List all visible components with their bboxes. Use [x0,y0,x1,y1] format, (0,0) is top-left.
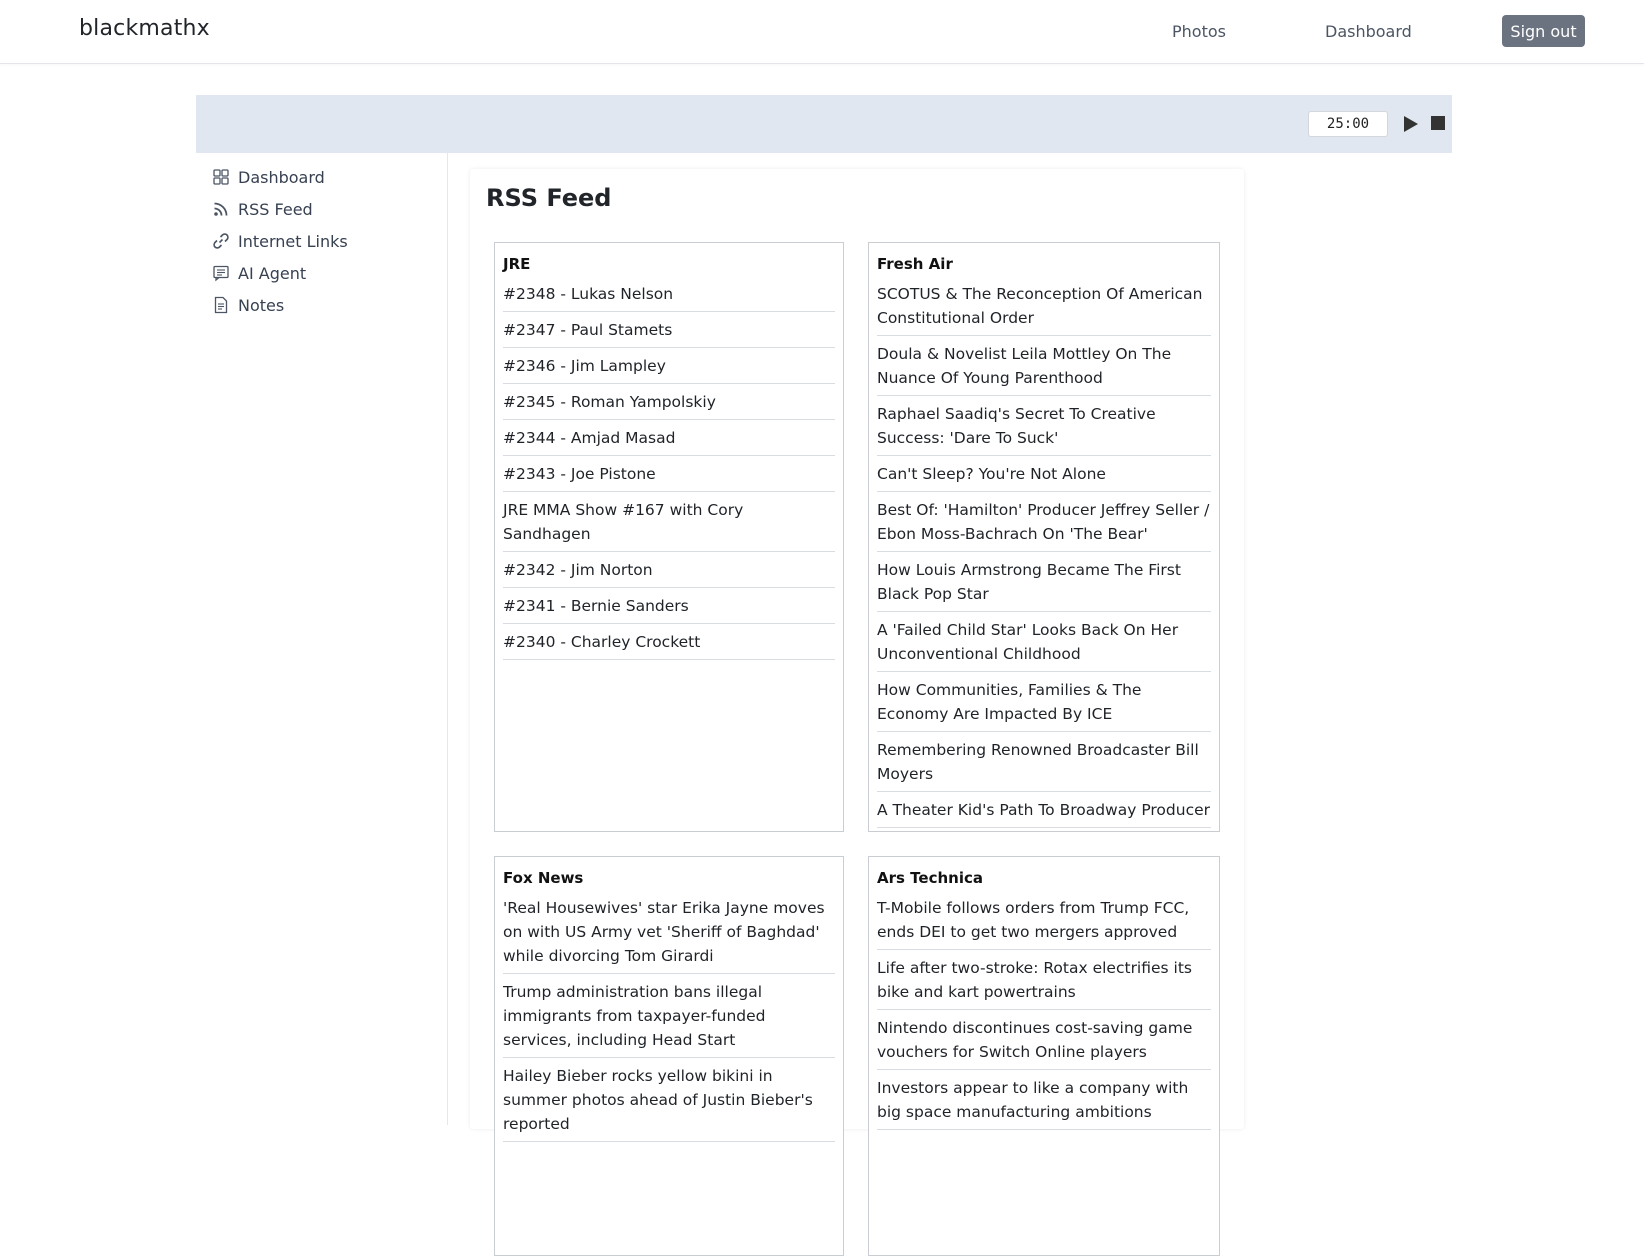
feed-list: #2348 - Lukas Nelson #2347 - Paul Stamets… [503,281,835,660]
nav-link-dashboard[interactable]: Dashboard [1325,22,1412,41]
page-title: RSS Feed [486,184,612,212]
feed-title: Fox News [503,869,584,887]
feed-item[interactable]: How Louis Armstrong Became The First Bla… [877,557,1211,612]
sidebar-item-notes[interactable]: Notes [212,293,284,317]
grid-icon [212,168,230,186]
feed-item[interactable]: #2343 - Joe Pistone [503,461,835,492]
feed-item[interactable]: Investors appear to like a company with … [877,1075,1211,1130]
feed-card-fox-news: Fox News 'Real Housewives' star Erika Ja… [494,856,844,1256]
sidebar-item-label: Dashboard [238,167,325,187]
feed-item[interactable]: T-Mobile follows orders from Trump FCC, … [877,895,1211,950]
page-container: 25:00 Dashboard RSS Feed Internet Links [196,95,1452,1256]
feed-item[interactable]: #2346 - Jim Lampley [503,353,835,384]
sidebar-item-ai-agent[interactable]: AI Agent [212,261,306,285]
sidebar-item-label: AI Agent [238,263,307,283]
feed-item[interactable]: SCOTUS & The Reconception Of American Co… [877,281,1211,336]
document-icon [212,296,230,314]
feed-title: Fresh Air [877,255,953,273]
feed-card-ars-technica: Ars Technica T-Mobile follows orders fro… [868,856,1220,1256]
feed-list: SCOTUS & The Reconception Of American Co… [877,281,1211,828]
sidebar-item-dashboard[interactable]: Dashboard [212,165,325,189]
rss-feed-panel: RSS Feed JRE #2348 - Lukas Nelson #2347 -… [470,169,1244,1256]
brand-logo[interactable]: blackmathx [79,16,210,41]
sign-out-button[interactable]: Sign out [1502,15,1585,47]
feed-item[interactable]: Doula & Novelist Leila Mottley On The Nu… [877,341,1211,396]
sidebar-item-internet-links[interactable]: Internet Links [212,229,348,253]
play-icon[interactable] [1403,115,1419,133]
pomodoro-timer-bar: 25:00 [196,95,1452,153]
rss-icon [212,200,230,218]
feed-item[interactable]: How Communities, Families & The Economy … [877,677,1211,732]
feed-item[interactable]: Life after two-stroke: Rotax electrifies… [877,955,1211,1010]
feed-card-jre: JRE #2348 - Lukas Nelson #2347 - Paul Sta… [494,242,844,832]
stop-icon[interactable] [1431,116,1445,130]
feed-item[interactable]: Trump administration bans illegal immigr… [503,979,835,1058]
link-icon [212,232,230,250]
feed-item[interactable]: #2340 - Charley Crockett [503,629,835,660]
feed-item[interactable]: Can't Sleep? You're Not Alone [877,461,1211,492]
feed-item[interactable]: Best Of: 'Hamilton' Producer Jeffrey Sel… [877,497,1211,552]
sidebar-item-rss-feed[interactable]: RSS Feed [212,197,313,221]
feed-item[interactable]: #2341 - Bernie Sanders [503,593,835,624]
feed-item[interactable]: Nintendo discontinues cost-saving game v… [877,1015,1211,1070]
feed-title: JRE [503,255,531,273]
feed-title: Ars Technica [877,869,983,887]
sidebar: Dashboard RSS Feed Internet Links AI Age… [196,153,448,1125]
feed-item[interactable]: Hailey Bieber rocks yellow bikini in sum… [503,1063,835,1142]
feed-item[interactable]: #2342 - Jim Norton [503,557,835,588]
sidebar-item-label: RSS Feed [238,199,313,219]
feed-card-fresh-air: Fresh Air SCOTUS & The Reconception Of A… [868,242,1220,832]
nav-link-photos[interactable]: Photos [1172,22,1226,41]
top-navbar: blackmathx Photos Dashboard Sign out [0,0,1644,64]
feed-item[interactable]: Raphael Saadiq's Secret To Creative Succ… [877,401,1211,456]
feed-list: 'Real Housewives' star Erika Jayne moves… [503,895,835,1142]
chat-icon [212,264,230,282]
feed-item[interactable]: 'Real Housewives' star Erika Jayne moves… [503,895,835,974]
feed-item[interactable]: #2344 - Amjad Masad [503,425,835,456]
feed-item[interactable]: A Theater Kid's Path To Broadway Produce… [877,797,1211,828]
feed-item[interactable]: #2345 - Roman Yampolskiy [503,389,835,420]
feed-item[interactable]: Remembering Renowned Broadcaster Bill Mo… [877,737,1211,792]
sidebar-item-label: Notes [238,295,285,315]
feed-item[interactable]: #2348 - Lukas Nelson [503,281,835,312]
sidebar-item-label: Internet Links [238,231,348,251]
feed-item[interactable]: JRE MMA Show #167 with Cory Sandhagen [503,497,835,552]
timer-display[interactable]: 25:00 [1308,111,1388,137]
feed-list: T-Mobile follows orders from Trump FCC, … [877,895,1211,1130]
feed-item[interactable]: A 'Failed Child Star' Looks Back On Her … [877,617,1211,672]
feed-item[interactable]: #2347 - Paul Stamets [503,317,835,348]
